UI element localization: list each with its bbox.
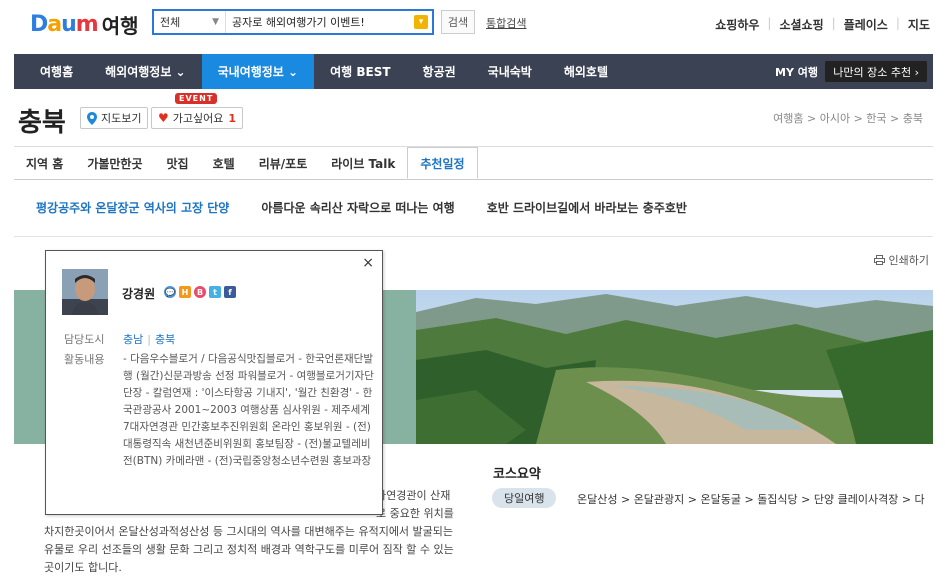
- my-place-button[interactable]: 나만의 장소 추천 ›: [825, 61, 927, 82]
- divider: |: [831, 16, 836, 30]
- want-to-go-label: 가고싶어요: [172, 112, 224, 125]
- gnb-item-lodging[interactable]: 국내숙박: [472, 54, 548, 89]
- tab-restaurants[interactable]: 맛집: [155, 147, 201, 179]
- search-scope-select[interactable]: 전체 ▼: [154, 11, 226, 33]
- want-to-go-count: 1: [228, 111, 237, 125]
- want-to-go-button[interactable]: ♥ 가고싶어요 1: [151, 107, 244, 129]
- activity-label: 활동내용: [64, 353, 105, 366]
- intro-fragment: 자연경관이 산재: [376, 489, 451, 502]
- weibo-icon[interactable]: B: [194, 286, 206, 298]
- util-link-shoppinghow[interactable]: 쇼핑하우: [715, 16, 759, 33]
- avatar: [62, 269, 108, 315]
- intro-fragments: 자연경관이 산재 로 중요한 위치를: [376, 487, 484, 523]
- util-link-place[interactable]: 플레이스: [844, 16, 888, 33]
- util-link-social-shopping[interactable]: 소셜쇼핑: [779, 16, 823, 33]
- intro-line: 차지한곳이어서 온달산성과적성산성 등 그시대의 역사를 대변해주는 유적지에서…: [44, 525, 454, 538]
- gnb-item-domestic[interactable]: 국내여행정보 ⌄: [201, 54, 315, 89]
- gnb-item-overseas[interactable]: 해외여행정보 ⌄: [89, 54, 201, 89]
- suggest-toggle-icon[interactable]: ▾: [414, 15, 428, 29]
- sns-links: 💬 H B t f: [164, 286, 236, 298]
- search-button[interactable]: 검색: [441, 10, 475, 34]
- intro-fragment: 로 중요한 위치를: [376, 507, 454, 520]
- tab-live-talk[interactable]: 라이브 Talk: [319, 147, 407, 179]
- my-travel-link[interactable]: MY 여행: [775, 54, 818, 89]
- divider: |: [895, 16, 900, 30]
- gnb-item-best[interactable]: 여행 BEST: [314, 54, 406, 89]
- map-view-button[interactable]: 지도보기: [80, 107, 149, 129]
- city-link-chungbuk[interactable]: 충북: [155, 333, 175, 346]
- activity-text: - 다음우수블로거 / 다음공식맛집블로거 - 한국언론재단발행 (월간)신문과…: [123, 353, 374, 467]
- tab-reviews[interactable]: 리뷰/포토: [247, 147, 320, 179]
- event-badge: EVENT: [175, 93, 218, 104]
- mypeople-icon[interactable]: 💬: [164, 286, 176, 298]
- region-tabs: 지역 홈 가볼만한곳 맛집 호텔 리뷰/포토 라이브 Talk 추천일정: [14, 146, 933, 180]
- course-link-danyang[interactable]: 평강공주와 온달장군 역사의 고장 단양: [36, 199, 229, 216]
- close-icon[interactable]: ×: [362, 255, 374, 271]
- intro-line: 유물로 우리 선조들의 생활 문화 그리고 정치적 배경과 역학구도를 미루어 …: [44, 543, 454, 556]
- tab-recommended-course[interactable]: 추천일정: [407, 147, 478, 179]
- city-list: 충남 | 충북: [123, 331, 175, 347]
- daum-travel-logo[interactable]: Daum 여행: [30, 10, 139, 38]
- gnb-item-flights[interactable]: 항공권: [407, 54, 472, 89]
- daum-logo: Daum: [30, 11, 99, 37]
- breadcrumb[interactable]: 여행홈 > 아시아 > 한국 > 충북: [773, 110, 923, 126]
- chevron-down-icon: ▼: [212, 17, 219, 27]
- map-view-label: 지도보기: [101, 112, 142, 125]
- search-scope-label: 전체: [160, 16, 181, 29]
- tab-region-home[interactable]: 지역 홈: [14, 147, 75, 179]
- twitter-icon[interactable]: t: [209, 286, 221, 298]
- utility-nav: 쇼핑하우 | 소셜쇼핑 | 플레이스 | 지도: [715, 16, 930, 33]
- city-link-chungnam[interactable]: 충남: [123, 333, 143, 346]
- page-title: 충북: [18, 108, 66, 138]
- hero-landscape-photo: [416, 290, 933, 444]
- city-label: 담당도시: [64, 333, 105, 346]
- author-profile-popup: × 강경원 💬 H B t f 담당도시 충남 | 충북 활동내용 - 다음우수블로…: [45, 250, 383, 515]
- util-link-map[interactable]: 지도: [908, 16, 930, 33]
- tab-attractions[interactable]: 가볼만한곳: [75, 147, 154, 179]
- author-name: 강경원: [122, 287, 156, 301]
- facebook-icon[interactable]: f: [224, 286, 236, 298]
- gnb-item-hotels[interactable]: 해외호텔: [548, 54, 624, 89]
- print-button[interactable]: 인쇄하기: [873, 252, 929, 268]
- blog-icon[interactable]: H: [179, 286, 191, 298]
- print-label: 인쇄하기: [888, 254, 929, 267]
- global-nav: 여행홈 해외여행정보 ⌄ 국내여행정보 ⌄ 여행 BEST 항공권 국내숙박 해…: [14, 54, 933, 89]
- search-input[interactable]: [226, 11, 414, 33]
- total-search-link[interactable]: 통합검색: [486, 15, 526, 31]
- divider: |: [767, 16, 772, 30]
- trip-type-badge: 당일여행: [492, 488, 557, 508]
- section-divider: [14, 236, 933, 237]
- course-intro-text: 차지한곳이어서 온달산성과적성산성 등 그시대의 역사를 대변해주는 유적지에서…: [44, 523, 474, 577]
- course-list: 평강공주와 온달장군 역사의 고장 단양 아름다운 속리산 자락으로 떠나는 여…: [36, 199, 719, 216]
- course-summary-title: 코스요약: [493, 467, 541, 482]
- divider: |: [147, 333, 151, 346]
- map-pin-icon: [87, 111, 97, 125]
- printer-icon: [873, 255, 885, 265]
- course-link-chungju[interactable]: 호반 드라이브길에서 바라보는 충주호반: [487, 199, 687, 216]
- course-link-songnisan[interactable]: 아름다운 속리산 자락으로 떠나는 여행: [261, 199, 454, 216]
- service-name: 여행: [101, 13, 139, 38]
- course-route: 온달산성 > 온달관광지 > 온달동굴 > 돌집식당 > 단양 클레이사격장 >…: [577, 493, 925, 506]
- tab-hotels[interactable]: 호텔: [201, 147, 247, 179]
- search-box: 전체 ▼ ▾: [152, 9, 434, 35]
- gnb-item-home[interactable]: 여행홈: [14, 54, 89, 89]
- intro-line: 곳이기도 합니다.: [44, 561, 122, 574]
- heart-icon: ♥: [158, 111, 169, 125]
